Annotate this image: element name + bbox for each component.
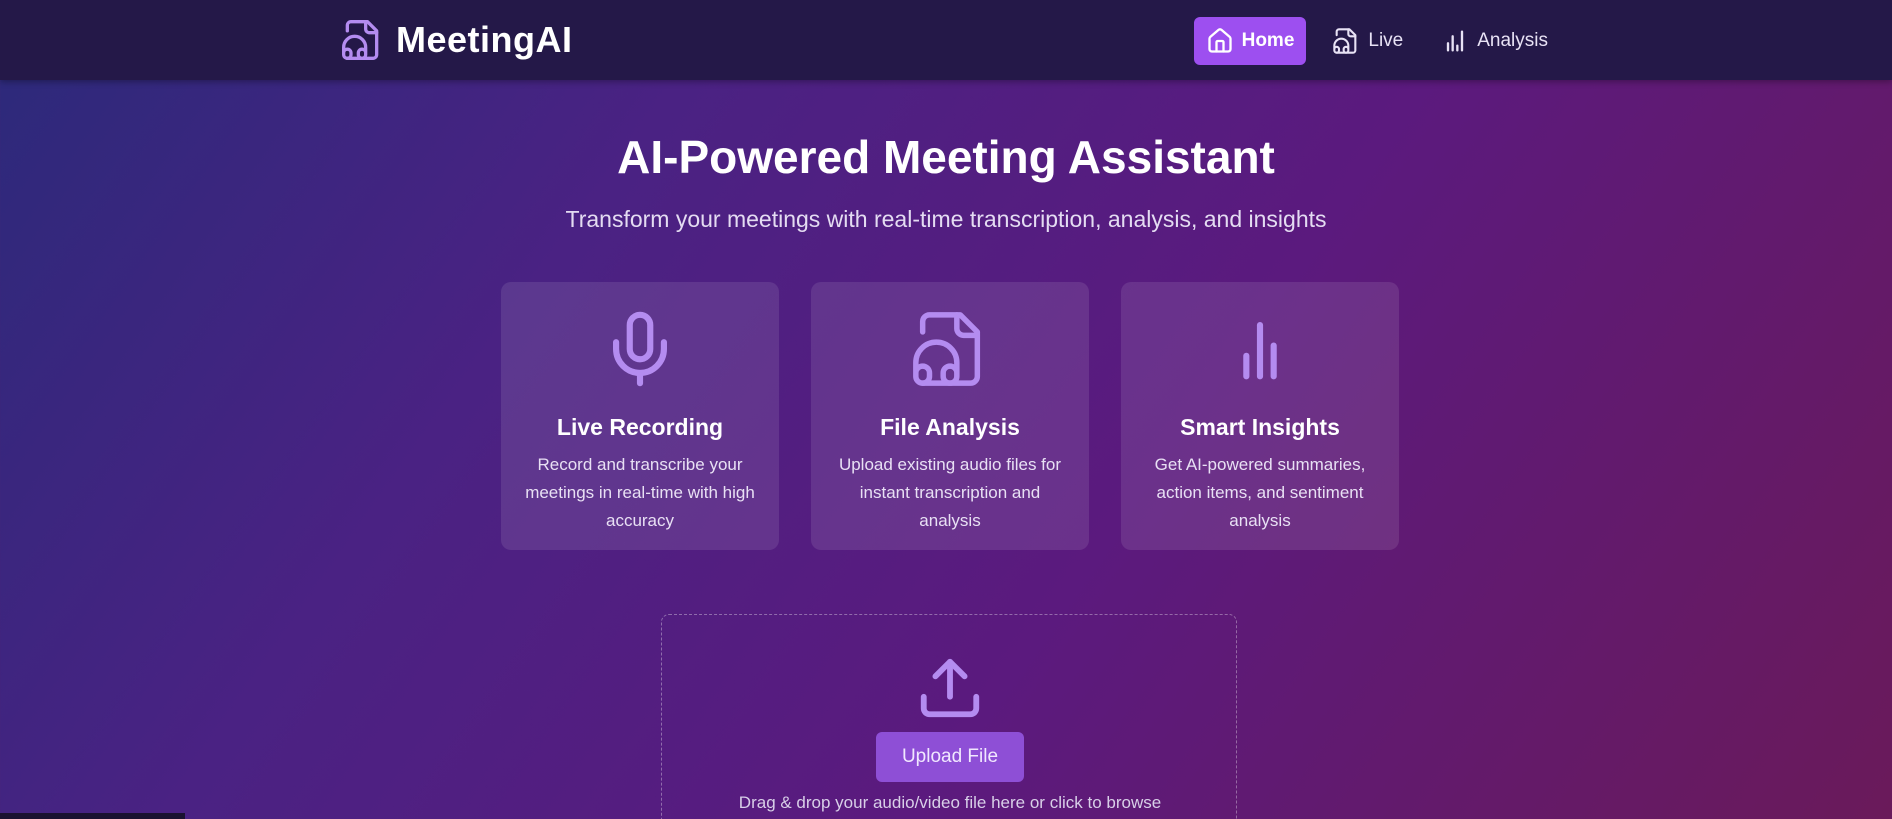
nav-home-label: Home: [1241, 30, 1295, 51]
feature-card-file-analysis[interactable]: File Analysis Upload existing audio file…: [811, 282, 1089, 550]
nav-home[interactable]: Home: [1193, 17, 1307, 65]
hero-subtitle: Transform your meetings with real-time t…: [565, 206, 1327, 232]
upload-file-button[interactable]: Upload File: [876, 732, 1024, 782]
bar-chart-icon: [1441, 27, 1469, 55]
hero-title: AI-Powered Meeting Assistant: [617, 131, 1275, 183]
home-icon: [1206, 27, 1234, 55]
feature-description: Get AI-powered summaries, action items, …: [1154, 455, 1366, 530]
nav-live-label: Live: [1368, 30, 1404, 51]
audio-file-icon: [811, 308, 1089, 394]
nav-live[interactable]: Live: [1320, 17, 1415, 65]
upload-hint: Drag & drop your audio/video file here o…: [738, 793, 1162, 812]
feature-title: Smart Insights: [1180, 414, 1340, 440]
feature-description: Record and transcribe your meetings in r…: [525, 455, 755, 530]
feature-cards: Live Recording Record and transcribe you…: [501, 282, 1399, 550]
feature-title: File Analysis: [880, 414, 1020, 440]
top-navbar: MeetingAI Home Live Analysis: [0, 0, 1892, 80]
brand[interactable]: MeetingAI: [340, 18, 573, 62]
feature-card-smart-insights[interactable]: Smart Insights Get AI-powered summaries,…: [1121, 282, 1399, 550]
upload-icon: [915, 653, 985, 728]
feature-card-live-recording[interactable]: Live Recording Record and transcribe you…: [501, 282, 779, 550]
upload-dropzone[interactable]: Upload File Drag & drop your audio/video…: [661, 614, 1237, 819]
microphone-icon: [501, 308, 779, 394]
main-nav: Home Live Analysis: [1193, 17, 1560, 65]
brand-name: MeetingAI: [396, 19, 573, 60]
headphones-icon: [1332, 27, 1360, 55]
nav-analysis-label: Analysis: [1477, 30, 1548, 51]
feature-description: Upload existing audio files for instant …: [838, 455, 1062, 530]
bottom-strip: [0, 813, 185, 819]
headphones-file-icon: [340, 18, 384, 62]
nav-analysis[interactable]: Analysis: [1429, 17, 1560, 65]
feature-title: Live Recording: [556, 414, 724, 440]
bar-chart-icon: [1121, 308, 1399, 394]
